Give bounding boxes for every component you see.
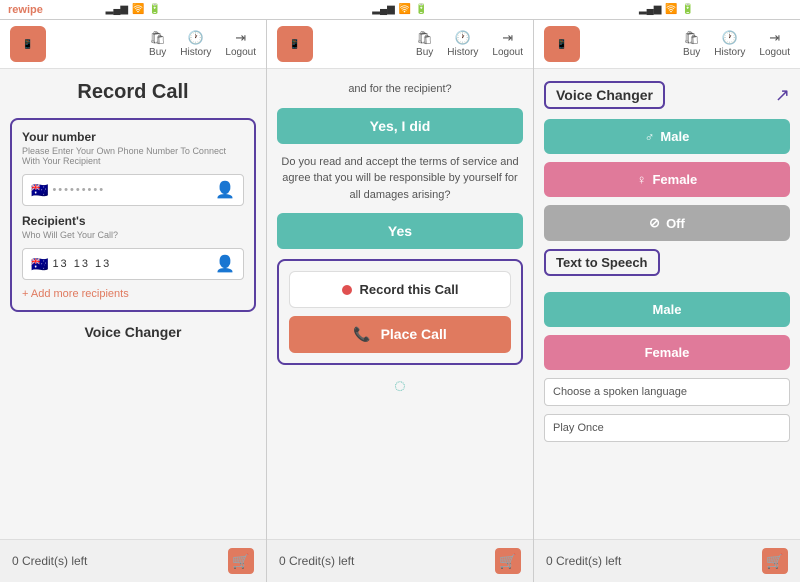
- record-call-button[interactable]: Record this Call: [289, 271, 511, 308]
- panel-consent: 📱 🛍 Buy 🕐 History ⇥ Logout and for the r: [267, 20, 534, 582]
- loading-spinner: ◌: [277, 375, 523, 398]
- nav-history-3[interactable]: 🕐 History: [714, 30, 745, 58]
- record-dot: [342, 285, 352, 295]
- logout-icon-1: ⇥: [235, 30, 246, 46]
- nav-logout-1[interactable]: ⇥ Logout: [225, 30, 256, 58]
- status-bar-1: ▂▄▆🛜🔋: [106, 4, 161, 15]
- contact-icon-2: 👤: [215, 254, 235, 274]
- voice-changer-title: Voice Changer: [544, 81, 665, 109]
- recipient-value: 13 13 13: [52, 258, 215, 270]
- male-voice-button[interactable]: ♂ Male: [544, 119, 790, 154]
- your-number-value: •••••••••: [52, 184, 215, 196]
- nav-history-2[interactable]: 🕐 History: [447, 30, 478, 58]
- panel-record-call: 📱 🛍 Buy 🕐 History ⇥ Logout Record Call: [0, 20, 267, 582]
- female-symbol: ♀: [637, 172, 647, 187]
- panel3-footer: 0 Credit(s) left 🛒: [534, 539, 800, 582]
- panel3-logo: 📱: [544, 26, 580, 62]
- panel2-header: 📱 🛍 Buy 🕐 History ⇥ Logout: [267, 20, 533, 69]
- panel3-nav: 🛍 Buy 🕐 History ⇥ Logout: [683, 30, 790, 58]
- credits-label-1: 0 Credit(s) left: [12, 554, 87, 568]
- consent-text-2: Do you read and accept the terms of serv…: [277, 154, 523, 204]
- add-recipients-link[interactable]: + Add more recipients: [22, 288, 244, 300]
- contact-icon-1: 👤: [215, 180, 235, 200]
- logout-icon-3: ⇥: [769, 30, 780, 46]
- voice-changer-section-label: Voice Changer: [10, 324, 256, 340]
- cart-button-3[interactable]: 🛒: [762, 548, 788, 574]
- history-icon-1: 🕐: [188, 30, 204, 46]
- your-number-label: Your number: [22, 130, 244, 144]
- history-icon-2: 🕐: [455, 30, 471, 46]
- panel3-header: 📱 🛍 Buy 🕐 History ⇥ Logout: [534, 20, 800, 69]
- yes-i-did-button[interactable]: Yes, I did: [277, 108, 523, 144]
- tts-male-button[interactable]: Male: [544, 292, 790, 327]
- buy-icon-2: 🛍: [416, 30, 433, 46]
- nav-history-1[interactable]: 🕐 History: [180, 30, 211, 58]
- record-section: Record this Call 📞 Place Call: [277, 259, 523, 365]
- phone-icon: 📞: [353, 326, 370, 342]
- nav-logout-3[interactable]: ⇥ Logout: [759, 30, 790, 58]
- flag-au-1: 🇦🇺: [31, 182, 48, 199]
- nav-buy-3[interactable]: 🛍 Buy: [683, 30, 700, 58]
- panel1-body: Record Call Your number Please Enter You…: [0, 69, 266, 539]
- panel2-body: and for the recipient? Yes, I did Do you…: [267, 69, 533, 539]
- your-number-input[interactable]: 🇦🇺 ••••••••• 👤: [22, 174, 244, 206]
- recipients-sublabel: Who Will Get Your Call?: [22, 230, 244, 240]
- status-bar-2: ▂▄▆🛜🔋: [372, 4, 427, 15]
- female-voice-button[interactable]: ♀ Female: [544, 162, 790, 197]
- tts-buttons: Male Female: [544, 292, 790, 378]
- nav-logout-2[interactable]: ⇥ Logout: [492, 30, 523, 58]
- app-logo: rewipe: [8, 4, 43, 16]
- panel2-nav: 🛍 Buy 🕐 History ⇥ Logout: [416, 30, 523, 58]
- panel1-header: 📱 🛍 Buy 🕐 History ⇥ Logout: [0, 20, 266, 69]
- consent-text-1: and for the recipient?: [277, 81, 523, 98]
- credits-label-3: 0 Credit(s) left: [546, 554, 621, 568]
- logout-icon-2: ⇥: [502, 30, 513, 46]
- place-call-button[interactable]: 📞 Place Call: [289, 316, 511, 353]
- recipients-input[interactable]: 🇦🇺 13 13 13 👤: [22, 248, 244, 280]
- tts-female-button[interactable]: Female: [544, 335, 790, 370]
- cart-button-2[interactable]: 🛒: [495, 548, 521, 574]
- page-title: Record Call: [10, 81, 256, 104]
- panel3-body: Voice Changer ↗ ♂ Male ♀ Female ⊘ Off Te…: [534, 69, 800, 539]
- panel2-logo: 📱: [277, 26, 313, 62]
- cart-button-1[interactable]: 🛒: [228, 548, 254, 574]
- buy-icon-3: 🛍: [683, 30, 700, 46]
- status-bar-3: ▂▄▆🛜🔋: [639, 4, 694, 15]
- panel2-footer: 0 Credit(s) left 🛒: [267, 539, 533, 582]
- your-number-section: Your number Please Enter Your Own Phone …: [10, 118, 256, 312]
- play-once-dropdown[interactable]: Play Once: [544, 414, 790, 442]
- male-symbol: ♂: [645, 129, 655, 144]
- panel1-logo: 📱: [10, 26, 46, 62]
- panel1-footer: 0 Credit(s) left 🛒: [0, 539, 266, 582]
- nav-buy-1[interactable]: 🛍 Buy: [149, 30, 166, 58]
- your-number-sublabel: Please Enter Your Own Phone Number To Co…: [22, 146, 244, 166]
- arrow-up-right-icon: ↗: [775, 85, 790, 106]
- history-icon-3: 🕐: [722, 30, 738, 46]
- credits-label-2: 0 Credit(s) left: [279, 554, 354, 568]
- voice-changer-header: Voice Changer ↗: [544, 81, 790, 109]
- language-dropdown[interactable]: Choose a spoken language: [544, 378, 790, 406]
- yes-button[interactable]: Yes: [277, 213, 523, 249]
- recipients-label: Recipient's: [22, 214, 244, 228]
- buy-icon-1: 🛍: [149, 30, 166, 46]
- panel1-nav: 🛍 Buy 🕐 History ⇥ Logout: [149, 30, 256, 58]
- off-symbol: ⊘: [649, 215, 660, 231]
- flag-au-2: 🇦🇺: [31, 256, 48, 273]
- panel-voice-changer: 📱 🛍 Buy 🕐 History ⇥ Logout: [534, 20, 800, 582]
- tts-label: Text to Speech: [544, 249, 660, 276]
- off-voice-button[interactable]: ⊘ Off: [544, 205, 790, 241]
- nav-buy-2[interactable]: 🛍 Buy: [416, 30, 433, 58]
